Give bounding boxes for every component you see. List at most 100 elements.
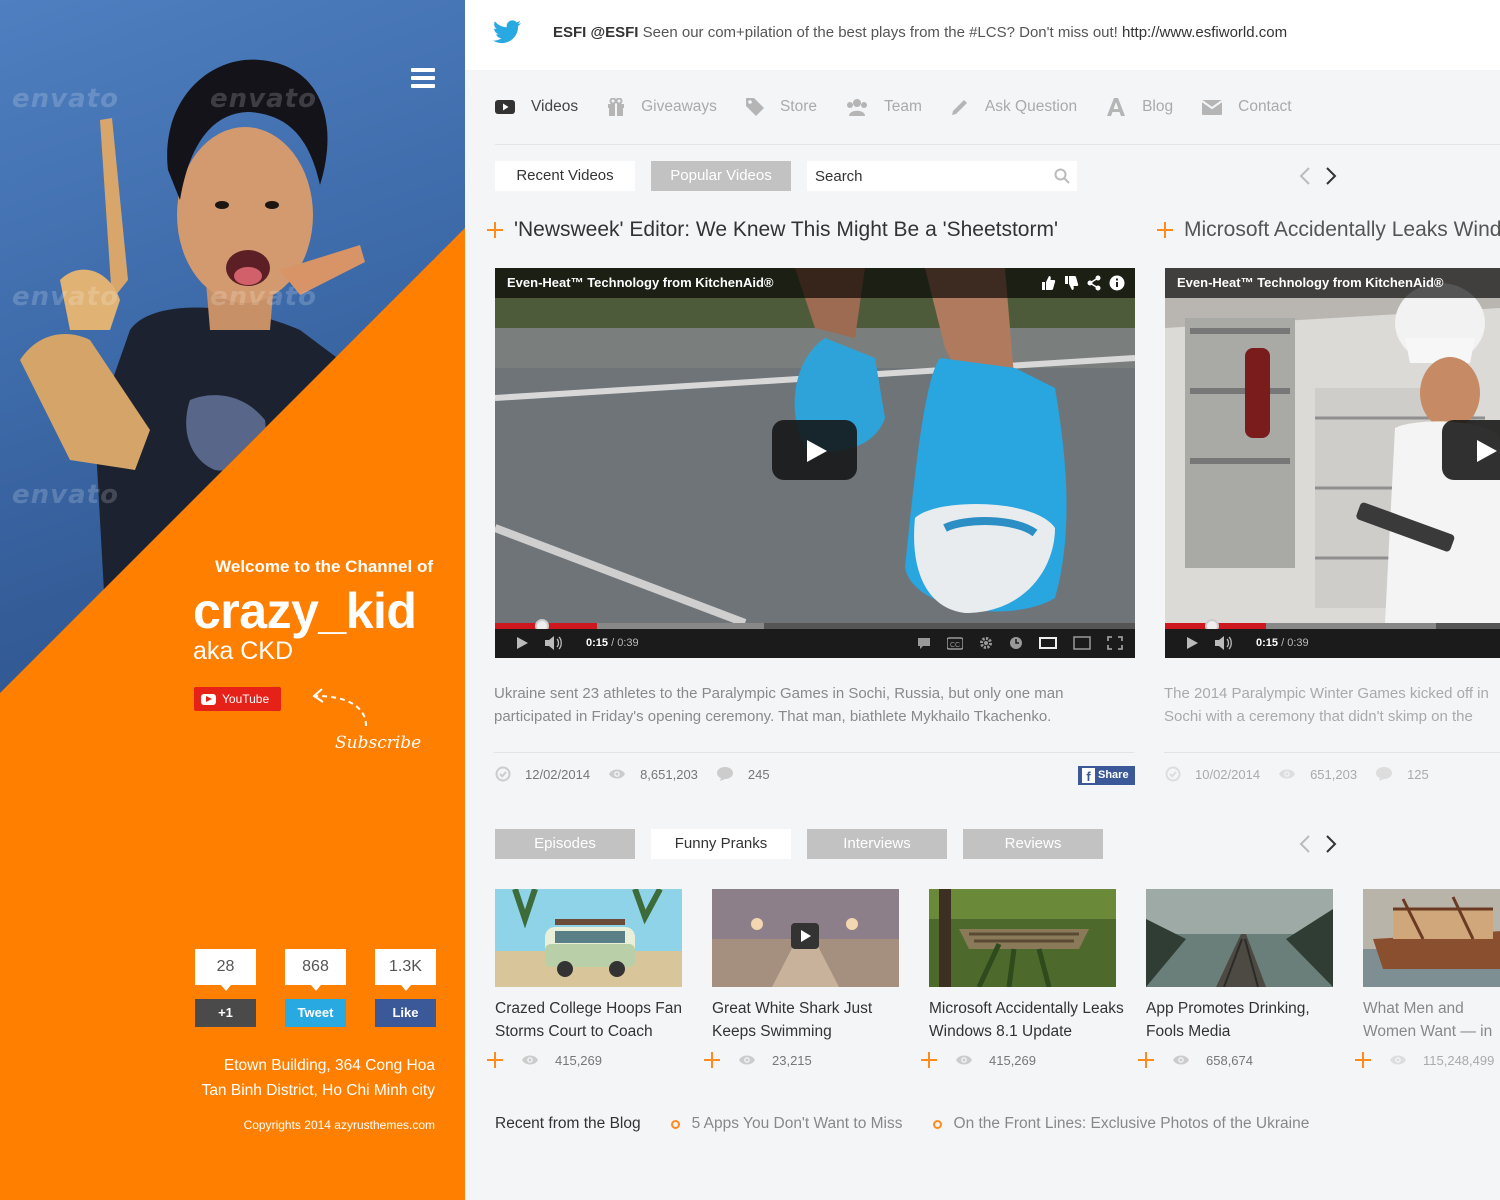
fullscreen-icon[interactable] xyxy=(1107,636,1123,650)
chevron-left-icon[interactable] xyxy=(1298,166,1312,186)
add-icon[interactable] xyxy=(487,1052,503,1068)
youtube-label: YouTube xyxy=(222,692,270,706)
eye-icon xyxy=(1173,1055,1189,1065)
nav-item-team[interactable]: Team xyxy=(846,98,922,116)
video-player[interactable]: Even-Heat™ Technology from KitchenAid® 0… xyxy=(495,268,1135,658)
chevron-left-icon[interactable] xyxy=(1298,834,1312,854)
settings-gear-icon[interactable] xyxy=(979,636,993,650)
video-thumbnail[interactable] xyxy=(712,889,899,987)
add-icon[interactable] xyxy=(704,1052,720,1068)
video-views: 651,203 xyxy=(1310,766,1358,782)
tweet-user[interactable]: ESFI @ESFI xyxy=(553,24,638,41)
play-button[interactable] xyxy=(772,420,857,480)
video-thumbnail[interactable] xyxy=(1146,889,1333,987)
tab-interviews[interactable]: Interviews xyxy=(807,829,947,859)
video-thumbnail[interactable] xyxy=(495,889,682,987)
thumbnail-meta: 658,674 xyxy=(1138,1052,1253,1068)
like-button[interactable]: Like xyxy=(375,999,436,1027)
google-plus-button[interactable]: +1 xyxy=(195,999,256,1027)
thumbnail-title[interactable]: Crazed College Hoops Fan Storms Court to… xyxy=(495,997,695,1043)
captions-icon[interactable]: CC xyxy=(947,636,963,650)
nav-item-ask-question[interactable]: Ask Question xyxy=(951,98,1077,116)
video-title[interactable]: 'Newsweek' Editor: We Knew This Might Be… xyxy=(514,218,1058,242)
eye-icon xyxy=(739,1055,755,1065)
latest-tweet: ESFI @ESFI Seen our com+pilation of the … xyxy=(553,24,1287,41)
time-display: 0:15 / 0:39 xyxy=(586,637,639,649)
font-icon xyxy=(1107,98,1126,116)
thumbs-up-icon[interactable] xyxy=(1040,275,1056,291)
play-icon[interactable] xyxy=(1185,636,1199,650)
divider xyxy=(494,752,1134,753)
video-thumbnail[interactable] xyxy=(1363,889,1500,987)
chevron-right-icon[interactable] xyxy=(1324,166,1338,186)
volume-icon[interactable] xyxy=(545,636,563,650)
play-button[interactable] xyxy=(1442,420,1500,480)
divider xyxy=(1164,752,1500,753)
thumbnail-title[interactable]: App Promotes Drinking, Fools Media xyxy=(1146,997,1346,1043)
thumbnail-views: 658,674 xyxy=(1206,1052,1253,1068)
channel-sidebar: envato envato envato envato envato Welco… xyxy=(0,0,465,1200)
add-icon[interactable] xyxy=(487,222,503,238)
add-icon[interactable] xyxy=(1138,1052,1154,1068)
tweet-link[interactable]: http://www.esfiworld.com xyxy=(1122,24,1287,41)
thumbnail-title[interactable]: Great White Shark Just Keeps Swimming xyxy=(712,997,912,1043)
nav-item-store[interactable]: Store xyxy=(745,98,817,116)
envelope-icon xyxy=(1202,100,1223,115)
tag-icon xyxy=(745,98,764,116)
twitter-bird-icon[interactable] xyxy=(493,20,521,44)
video-meta: 12/02/2014 8,651,203 245 xyxy=(495,766,788,782)
video-description: The 2014 Paralympic Winter Games kicked … xyxy=(1164,685,1489,725)
tweet-button[interactable]: Tweet xyxy=(285,999,346,1027)
blog-post-link[interactable]: 5 Apps You Don't Want to Miss xyxy=(670,1115,903,1133)
thumbnail-title[interactable]: What Men and Women Want — in a Phone xyxy=(1363,997,1500,1043)
share-icon[interactable] xyxy=(1086,275,1102,291)
blog-heading: Recent from the Blog xyxy=(495,1115,641,1132)
small-player-icon[interactable] xyxy=(1039,636,1057,650)
tab-reviews[interactable]: Reviews xyxy=(963,829,1103,859)
category-pager xyxy=(1298,834,1338,854)
search-input[interactable] xyxy=(807,161,1077,191)
video-title[interactable]: Microsoft Accidentally Leaks Windows 8.1… xyxy=(1184,218,1500,242)
tab-recent-videos[interactable]: Recent Videos xyxy=(495,161,635,191)
welcome-text: Welcome to the Channel of xyxy=(215,557,433,576)
watermark: envato xyxy=(12,84,119,114)
large-player-icon[interactable] xyxy=(1073,636,1091,650)
volume-icon[interactable] xyxy=(1215,636,1233,650)
thumbnail-views: 23,215 xyxy=(772,1052,812,1068)
facebook-share-button[interactable]: Share xyxy=(1078,766,1135,785)
tab-popular-videos[interactable]: Popular Videos xyxy=(651,161,791,191)
video-player[interactable]: Even-Heat™ Technology from KitchenAid® 0… xyxy=(1165,268,1500,658)
thumbs-down-icon[interactable] xyxy=(1063,275,1079,291)
nav-divider xyxy=(495,144,1500,145)
annotations-icon[interactable] xyxy=(917,636,931,650)
nav-item-videos[interactable]: Videos xyxy=(495,98,578,116)
address: Etown Building, 364 Cong Hoa Tan Binh Di… xyxy=(202,1053,435,1103)
nav-item-contact[interactable]: Contact xyxy=(1202,98,1292,116)
check-circle-icon xyxy=(495,766,511,782)
thumbnail-title[interactable]: Microsoft Accidentally Leaks Windows 8.1… xyxy=(929,997,1129,1043)
tab-episodes[interactable]: Episodes xyxy=(495,829,635,859)
tab-funny-pranks[interactable]: Funny Pranks xyxy=(651,829,791,859)
search-icon[interactable] xyxy=(1054,168,1070,184)
hamburger-menu-icon[interactable] xyxy=(411,68,435,88)
chevron-right-icon[interactable] xyxy=(1324,834,1338,854)
video-pager xyxy=(1298,166,1338,186)
info-icon[interactable] xyxy=(1109,275,1125,291)
video-thumbnail[interactable] xyxy=(929,889,1116,987)
youtube-subscribe-button[interactable]: YouTube xyxy=(194,687,281,711)
thumbnail-views: 415,269 xyxy=(555,1052,602,1068)
add-icon[interactable] xyxy=(921,1052,937,1068)
eye-icon xyxy=(609,769,626,779)
nav-label: Videos xyxy=(531,98,579,115)
facebook-like-widget: 1.3K Like xyxy=(375,949,436,1027)
watermark: envato xyxy=(210,84,317,114)
play-icon[interactable] xyxy=(515,636,529,650)
comment-icon xyxy=(1376,767,1393,781)
blog-post-link[interactable]: On the Front Lines: Exclusive Photos of … xyxy=(932,1115,1309,1133)
clock-icon[interactable] xyxy=(1009,636,1023,650)
add-icon[interactable] xyxy=(1157,222,1173,238)
nav-item-blog[interactable]: Blog xyxy=(1106,98,1173,116)
nav-item-giveaways[interactable]: Giveaways xyxy=(607,98,717,116)
add-icon[interactable] xyxy=(1355,1052,1371,1068)
video-comments: 125 xyxy=(1407,766,1429,782)
